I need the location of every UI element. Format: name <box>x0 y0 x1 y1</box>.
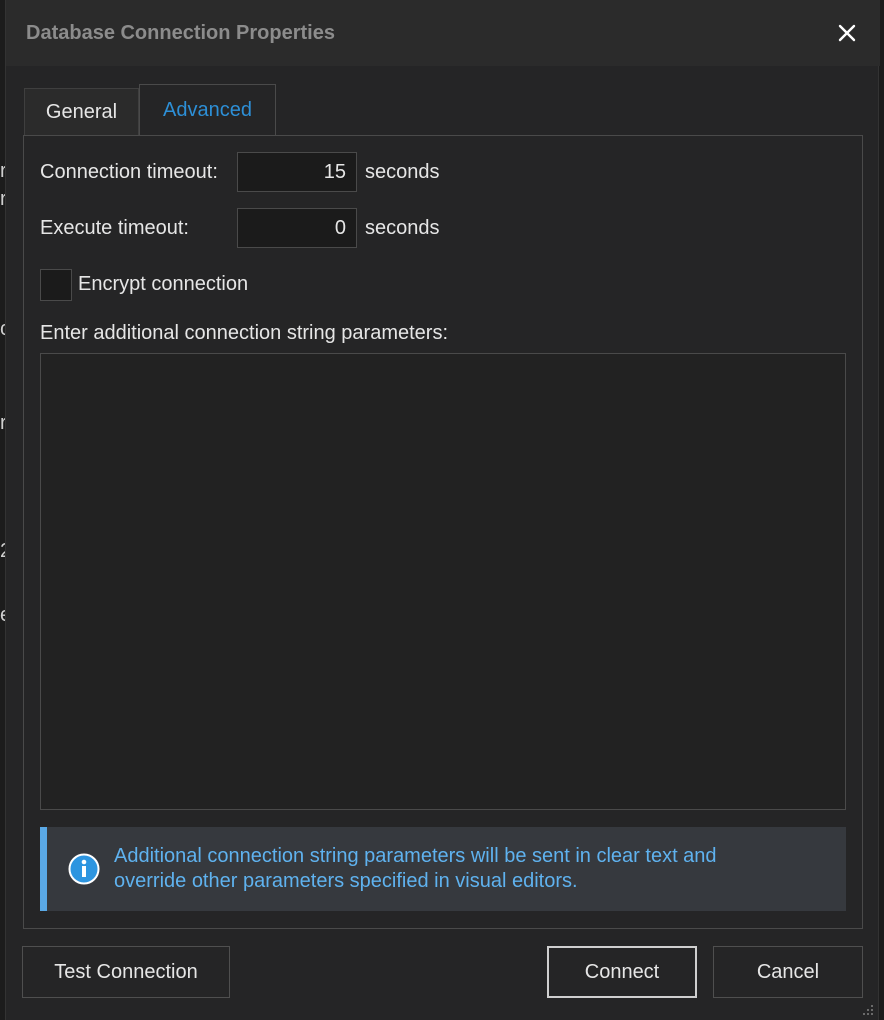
execute-timeout-label: Execute timeout: <box>40 217 189 239</box>
cancel-button[interactable]: Cancel <box>713 946 863 998</box>
connection-timeout-input[interactable] <box>237 152 357 192</box>
params-label: Enter additional connection string param… <box>40 322 449 344</box>
connect-button[interactable]: Connect <box>547 946 697 998</box>
execute-timeout-unit: seconds <box>365 217 440 239</box>
info-message-line2: override other parameters specified in v… <box>114 870 578 892</box>
tab-advanced[interactable]: Advanced <box>139 84 276 136</box>
connection-timeout-label: Connection timeout: <box>40 161 218 183</box>
connection-params-textarea[interactable] <box>40 353 846 810</box>
close-icon <box>838 24 856 42</box>
encrypt-connection-checkbox[interactable] <box>40 269 72 301</box>
encrypt-connection-label[interactable]: Encrypt connection <box>78 273 248 296</box>
advanced-tab-panel: Connection timeout: seconds Execute time… <box>23 135 863 929</box>
close-button[interactable] <box>830 16 864 50</box>
connect-label: Connect <box>584 960 660 983</box>
tab-general[interactable]: General <box>24 88 139 136</box>
test-connection-button[interactable]: Test Connection <box>22 946 230 998</box>
tab-general-label: General <box>45 101 118 123</box>
execute-timeout-input[interactable] <box>237 208 357 248</box>
connection-properties-dialog: Database Connection Properties General A… <box>5 0 880 1020</box>
info-banner: Additional connection string parameters … <box>40 827 846 911</box>
connection-timeout-unit: seconds <box>365 161 440 183</box>
info-message: Additional connection string parameters … <box>114 844 834 894</box>
tab-advanced-label: Advanced <box>163 99 252 121</box>
cancel-label: Cancel <box>756 960 820 983</box>
test-connection-label: Test Connection <box>54 960 198 983</box>
info-message-line1: Additional connection string parameters … <box>114 845 717 867</box>
resize-grip-icon[interactable] <box>861 1003 875 1017</box>
dialog-title: Database Connection Properties <box>26 22 335 44</box>
info-icon <box>68 853 100 885</box>
title-bar: Database Connection Properties <box>6 0 880 66</box>
